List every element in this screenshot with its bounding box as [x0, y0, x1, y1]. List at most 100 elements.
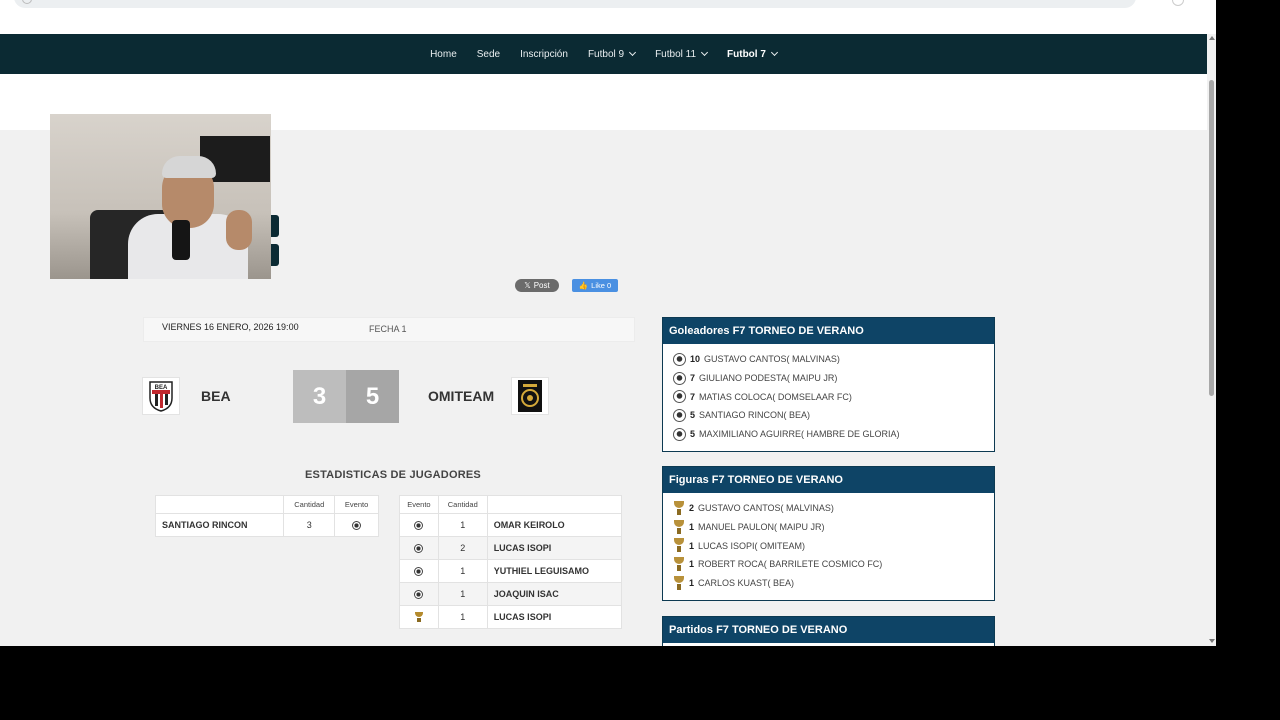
soccer-ball-icon: [414, 521, 424, 531]
nav-futbol7[interactable]: Futbol 7: [717, 49, 787, 60]
scorer-count: 5: [690, 429, 696, 440]
event-cell: [399, 605, 439, 629]
table-row: 1 YUTHIEL LEGUISAMO: [399, 559, 623, 583]
player-quantity: 3: [283, 513, 336, 537]
scorer-count: 7: [690, 391, 696, 402]
player-name: YUTHIEL LEGUISAMO: [486, 559, 623, 583]
matches-panel: Partidos F7 TORNEO DE VERANO: [662, 616, 995, 646]
scroll-up-arrow-icon[interactable]: [1209, 36, 1215, 40]
soccer-ball-icon: [414, 567, 424, 577]
x-post-label: Post: [533, 281, 550, 290]
list-item[interactable]: 1 MANUEL PAULON( MAIPU JR): [673, 518, 994, 537]
soccer-ball-icon: [673, 427, 686, 441]
x-icon: 𝕏: [524, 281, 531, 290]
table-header-row: Evento Cantidad: [399, 495, 623, 514]
figure-count: 2: [689, 503, 695, 514]
side-tab-button[interactable]: [271, 215, 279, 237]
scorers-panel: Goleadores F7 TORNEO DE VERANO 10 GUSTAVO…: [662, 317, 995, 452]
home-score: 3: [293, 370, 346, 423]
match-round: FECHA 1: [369, 324, 407, 334]
nav-sede-label: Sede: [476, 48, 501, 60]
away-score: 5: [346, 370, 399, 423]
profile-icon[interactable]: [1172, 0, 1184, 6]
chevron-down-icon: [629, 48, 637, 57]
nav-futbol9[interactable]: Futbol 9: [578, 49, 645, 60]
site-info-icon[interactable]: [22, 0, 32, 4]
nav-futbol11[interactable]: Futbol 11: [645, 49, 717, 60]
bea-shield-icon: BEA: [149, 381, 173, 412]
figure-name: GUSTAVO CANTOS( MALVINAS): [698, 503, 834, 514]
facebook-like-button[interactable]: 👍 Like 0: [572, 279, 618, 292]
table-header-row: Cantidad Evento: [154, 495, 379, 514]
event-cell: [399, 559, 439, 583]
scorer-count: 7: [690, 373, 696, 384]
address-bar[interactable]: [14, 0, 1136, 8]
soccer-ball-icon: [414, 544, 424, 554]
figure-name: CARLOS KUAST( BEA): [698, 578, 795, 589]
home-team-logo[interactable]: BEA: [142, 377, 180, 415]
trophy-icon: [673, 556, 685, 572]
figure-count: 1: [689, 522, 695, 533]
list-item[interactable]: 7 MATIAS COLOCA( DOMSELAAR FC): [673, 387, 994, 406]
figure-name: LUCAS ISOPI( OMITEAM): [698, 540, 806, 551]
scorer-name: MATIAS COLOCA( DOMSELAAR FC): [699, 391, 852, 402]
event-cell: [399, 536, 439, 560]
trophy-icon: [673, 538, 685, 553]
main-navbar: Home Sede Inscripción Futbol 9 Futbol 11…: [0, 34, 1207, 74]
scorers-list: 10 GUSTAVO CANTOS( MALVINAS) 7 GIULIANO PO…: [663, 344, 994, 443]
home-team-name[interactable]: BEA: [201, 388, 231, 404]
list-item[interactable]: 1 ROBERT ROCA( BARRILETE COSMICO FC): [673, 555, 994, 574]
nav-inscripcion-label: Inscripción: [520, 48, 568, 60]
scorer-name: MAXIMILIANO AGUIRRE( HAMBRE DE GLORIA): [699, 429, 900, 440]
thumbs-up-icon: 👍: [578, 281, 589, 290]
webcam-overlay: [50, 114, 271, 279]
table-header-quantity: Cantidad: [283, 495, 336, 514]
away-team-logo[interactable]: [511, 377, 549, 415]
list-item[interactable]: 1 CARLOS KUAST( BEA): [673, 574, 994, 593]
player-name: JOAQUIN ISAC: [486, 582, 623, 606]
screen-border-bottom: [0, 646, 1280, 720]
scrollbar-thumb[interactable]: [1209, 80, 1214, 396]
soccer-ball-icon: [673, 390, 686, 404]
figure-count: 1: [689, 559, 695, 570]
scroll-down-arrow-icon[interactable]: [1209, 639, 1215, 643]
nav-inscripcion[interactable]: Inscripción: [510, 49, 578, 60]
trophy-icon: [414, 612, 423, 623]
x-post-button[interactable]: 𝕏 Post: [515, 279, 559, 292]
player-quantity: 2: [437, 536, 488, 560]
event-cell: [399, 582, 439, 606]
table-header-player: [154, 495, 285, 514]
scorers-panel-title: Goleadores F7 TORNEO DE VERANO: [663, 318, 994, 344]
list-item[interactable]: 5 SANTIAGO RINCON( BEA): [673, 406, 994, 425]
figure-count: 1: [689, 578, 695, 589]
nav-sede[interactable]: Sede: [467, 49, 510, 60]
facebook-like-label: Like 0: [591, 281, 612, 290]
table-header-player: [486, 495, 623, 514]
list-item[interactable]: 1 LUCAS ISOPI( OMITEAM): [673, 536, 994, 555]
list-item[interactable]: 2 GUSTAVO CANTOS( MALVINAS): [673, 499, 994, 518]
table-row: 1 OMAR KEIROLO: [399, 513, 623, 537]
list-item[interactable]: 7 GIULIANO PODESTA( MAIPU JR): [673, 369, 994, 388]
svg-text:BEA: BEA: [155, 385, 168, 391]
side-tab-button[interactable]: [271, 244, 279, 266]
table-row: SANTIAGO RINCON 3: [154, 513, 379, 537]
nav-futbol9-label: Futbol 9: [587, 48, 625, 60]
player-name: LUCAS ISOPI: [486, 605, 623, 629]
table-header-event: Evento: [334, 495, 379, 514]
table-header-quantity: Cantidad: [437, 495, 488, 514]
list-item[interactable]: 10 GUSTAVO CANTOS( MALVINAS): [673, 350, 994, 369]
figures-panel-title: Figuras F7 TORNEO DE VERANO: [663, 467, 994, 493]
browser-viewport: Home Sede Inscripción Futbol 9 Futbol 11…: [0, 0, 1216, 646]
nav-home-label: Home: [430, 48, 457, 60]
list-item[interactable]: 5 MAXIMILIANO AGUIRRE( HAMBRE DE GLORIA): [673, 425, 994, 444]
away-team-name[interactable]: OMITEAM: [428, 388, 494, 404]
trophy-icon: [673, 519, 685, 535]
player-quantity: 1: [437, 582, 488, 606]
vertical-scrollbar[interactable]: [1207, 34, 1216, 646]
table-row: 1 LUCAS ISOPI: [399, 605, 623, 629]
figure-count: 1: [689, 540, 695, 551]
nav-home[interactable]: Home: [420, 49, 467, 60]
table-row: 2 LUCAS ISOPI: [399, 536, 623, 560]
figure-name: MANUEL PAULON( MAIPU JR): [698, 522, 825, 533]
chevron-down-icon: [700, 48, 709, 57]
